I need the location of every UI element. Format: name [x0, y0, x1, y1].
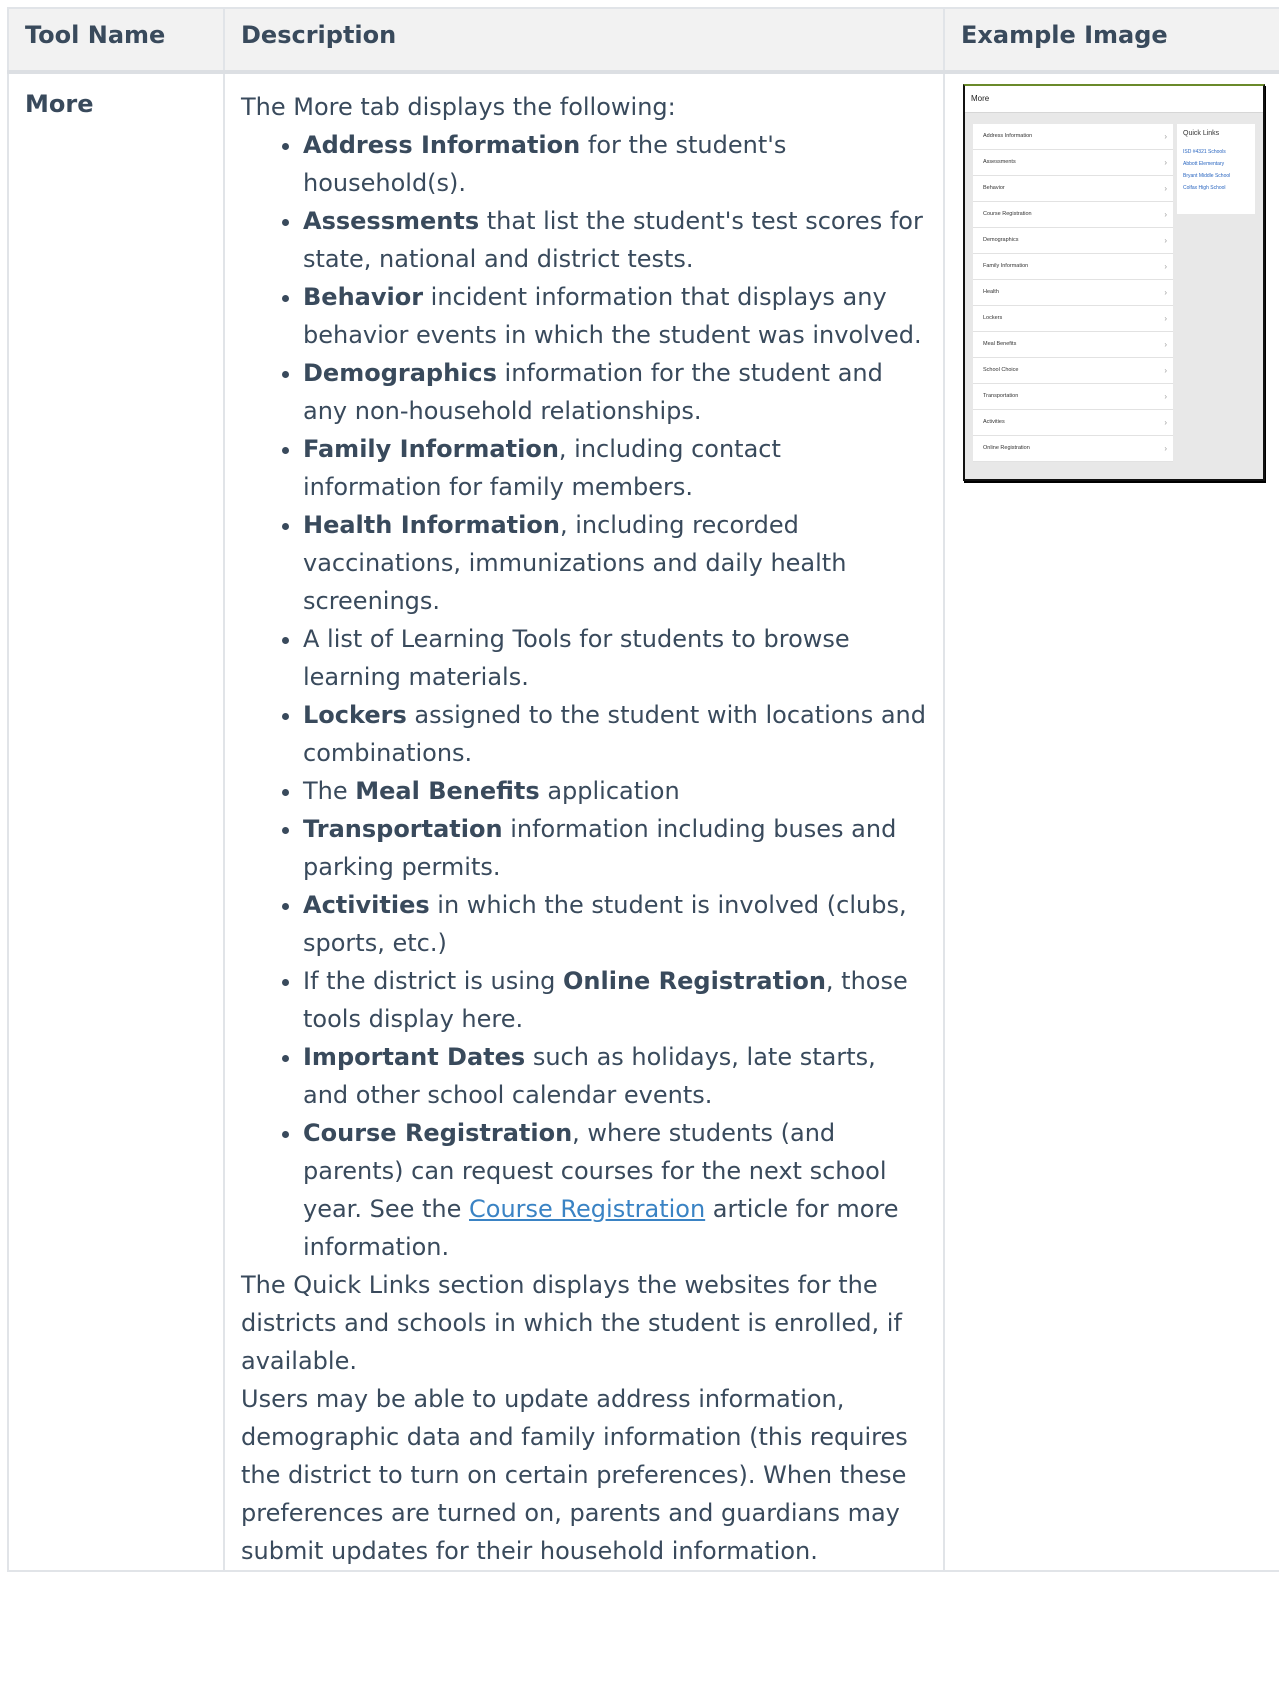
chevron-right-icon: › [1164, 444, 1167, 453]
screenshot-menu-label: Online Registration [983, 445, 1030, 451]
course-registration-link[interactable]: Course Registration [469, 1195, 705, 1223]
screenshot-menu-row: Address Information › [973, 124, 1173, 150]
screenshot-quick-link: Colfax High School [1183, 185, 1226, 191]
chevron-right-icon: › [1164, 132, 1167, 141]
feature-name: Assessments [303, 207, 480, 235]
list-item: Behavior incident information that displ… [303, 278, 927, 354]
list-item: Transportation information including bus… [303, 810, 927, 886]
chevron-right-icon: › [1164, 288, 1167, 297]
chevron-right-icon: › [1164, 392, 1167, 401]
screenshot-menu-label: Transportation [983, 393, 1019, 399]
chevron-right-icon: › [1164, 262, 1167, 271]
screenshot-title: More [965, 86, 1263, 113]
screenshot-menu-label: Lockers [983, 315, 1003, 321]
feature-name: Online Registration [563, 967, 826, 995]
feature-name: Important Dates [303, 1043, 526, 1071]
screenshot-menu-row: Assessments › [973, 150, 1173, 176]
screenshot-menu-row: Behavior › [973, 176, 1173, 202]
header-description: Description [223, 7, 945, 74]
screenshot-menu-row: Course Registration › [973, 202, 1173, 228]
feature-list: Address Information for the student's ho… [241, 126, 927, 1266]
list-item: Important Dates such as holidays, late s… [303, 1038, 927, 1114]
screenshot-menu-row: School Choice › [973, 358, 1173, 384]
header-tool-name: Tool Name [7, 7, 225, 74]
more-tab-screenshot: More Address Information › Assessments › Beh… [963, 84, 1265, 481]
chevron-right-icon: › [1164, 184, 1167, 193]
list-item: Family Information, including contact in… [303, 430, 927, 506]
chevron-right-icon: › [1164, 236, 1167, 245]
list-item: Activities in which the student is invol… [303, 886, 927, 962]
description-cell: The More tab displays the following: Add… [223, 71, 945, 1572]
feature-name: Family Information [303, 435, 559, 463]
example-image-cell: More Address Information › Assessments › Beh… [943, 71, 1279, 1572]
screenshot-menu-label: School Choice [983, 367, 1019, 373]
table-row: More The More tab displays the following… [7, 71, 1279, 1572]
screenshot-quick-link: Bryant Middle School [1183, 173, 1231, 179]
list-item: The Meal Benefits application [303, 772, 927, 810]
screenshot-menu-row: Family Information › [973, 254, 1173, 280]
quick-links-title: Quick Links [1183, 130, 1220, 137]
feature-name: Activities [303, 891, 430, 919]
list-item: A list of Learning Tools for students to… [303, 620, 927, 696]
description-intro: The More tab displays the following: [241, 93, 676, 121]
screenshot-menu-row: Demographics › [973, 228, 1173, 254]
feature-text-pre: The [303, 777, 356, 805]
feature-name: Demographics [303, 359, 497, 387]
screenshot-menu-row: Lockers › [973, 306, 1173, 332]
feature-text: application [539, 777, 680, 805]
screenshot-menu-label: Meal Benefits [983, 341, 1017, 347]
updates-paragraph: Users may be able to update address info… [241, 1385, 908, 1565]
feature-text-pre: If the district is using [303, 967, 564, 995]
screenshot-menu-label: Demographics [983, 237, 1019, 243]
chevron-right-icon: › [1164, 366, 1167, 375]
screenshot-menu-row: Online Registration › [973, 436, 1173, 462]
screenshot-menu-label: Activities [983, 419, 1005, 425]
table-header-row: Tool Name Description Example Image [7, 7, 1279, 74]
list-item: Health Information, including recorded v… [303, 506, 927, 620]
screenshot-menu-row: Transportation › [973, 384, 1173, 410]
chevron-right-icon: › [1164, 210, 1167, 219]
screenshot-menu-label: Assessments [983, 159, 1016, 165]
feature-name: Lockers [303, 701, 407, 729]
screenshot-menu-row: Health › [973, 280, 1173, 306]
feature-name: Address Information [303, 131, 581, 159]
screenshot-menu-label: Family Information [983, 263, 1029, 269]
list-item: Address Information for the student's ho… [303, 126, 927, 202]
screenshot-menu-row: Activities › [973, 410, 1173, 436]
chevron-right-icon: › [1164, 418, 1167, 427]
screenshot-menu-label: Address Information [983, 133, 1033, 139]
screenshot-quick-links: Quick Links ISD #4321 Schools Abbott Elem… [1177, 124, 1255, 214]
feature-name: Health Information [303, 511, 560, 539]
header-example-image: Example Image [943, 7, 1279, 74]
list-item: If the district is using Online Registra… [303, 962, 927, 1038]
list-item: Course Registration, where students (and… [303, 1114, 927, 1266]
screenshot-quick-link: Abbott Elementary [1183, 161, 1225, 167]
feature-text-pre: A list of Learning Tools for students to… [303, 625, 850, 691]
list-item: Lockers assigned to the student with loc… [303, 696, 927, 772]
feature-name: Meal Benefits [355, 777, 540, 805]
list-item: Assessments that list the student's test… [303, 202, 927, 278]
screenshot-menu-label: Behavior [983, 185, 1005, 191]
chevron-right-icon: › [1164, 158, 1167, 167]
screenshot-menu-label: Course Registration [983, 211, 1032, 217]
feature-name: Transportation [303, 815, 503, 843]
tool-name-cell: More [7, 71, 225, 1572]
list-item: Demographics information for the student… [303, 354, 927, 430]
chevron-right-icon: › [1164, 314, 1167, 323]
feature-name: Course Registration [303, 1119, 573, 1147]
quick-links-paragraph: The Quick Links section displays the web… [241, 1271, 902, 1375]
chevron-right-icon: › [1164, 340, 1167, 349]
tools-table: Tool Name Description Example Image More… [7, 7, 1279, 1572]
screenshot-menu-row: Meal Benefits › [973, 332, 1173, 358]
screenshot-menu-label: Health [983, 289, 999, 295]
screenshot-menu-list: Address Information › Assessments › Behavior… [973, 124, 1173, 462]
feature-name: Behavior [303, 283, 424, 311]
screenshot-quick-link: ISD #4321 Schools [1183, 149, 1226, 155]
